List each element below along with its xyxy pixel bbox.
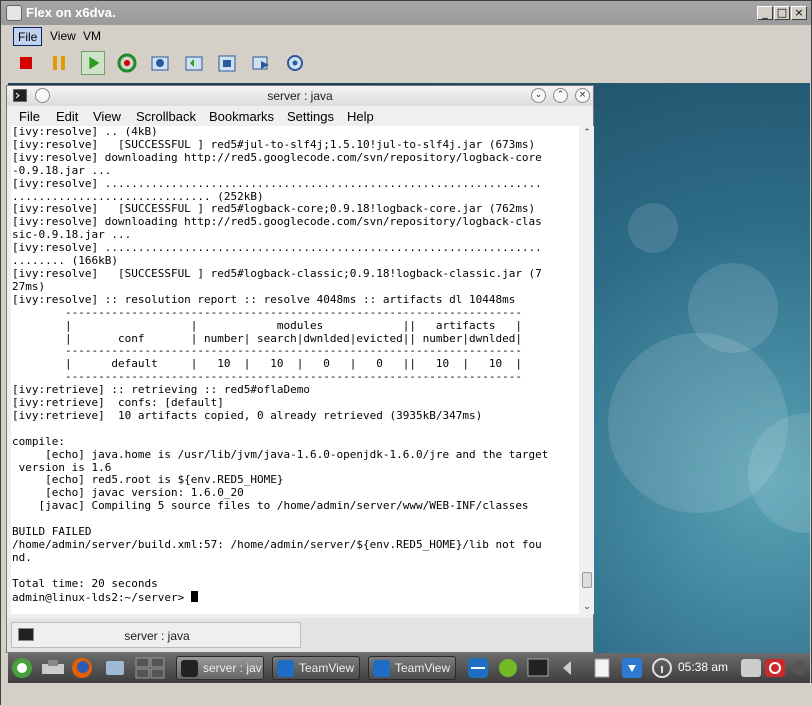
taskbar-task-terminal[interactable]: server : jav: [176, 656, 264, 680]
terminal-menu-help[interactable]: Help: [347, 109, 374, 124]
package-updater-icon[interactable]: [496, 656, 520, 680]
teamviewer-icon: [373, 660, 390, 677]
terminal-menu-edit[interactable]: Edit: [56, 109, 78, 124]
terminal-tray-icon[interactable]: [526, 656, 550, 680]
taskbar-task-label: server : jav: [203, 661, 262, 675]
minimize-button[interactable]: _: [757, 6, 773, 20]
terminal-text: [ivy:resolve] .. (4kB) [ivy:resolve] [SUC…: [11, 126, 579, 605]
taskbar-clock[interactable]: 05:38 am: [678, 660, 728, 674]
terminal-close-button[interactable]: ×: [575, 88, 590, 103]
terminal-line: [ivy:resolve] ..........................…: [12, 176, 542, 190]
terminal-line: compile:: [12, 434, 65, 448]
lock-screen-icon[interactable]: [740, 656, 762, 680]
terminal-line: [echo] java.home is /usr/lib/jvm/java-1.…: [12, 447, 549, 461]
terminal-line: [ivy:resolve] downloading http://red5.go…: [12, 150, 542, 164]
clipboard-icon[interactable]: [590, 656, 614, 680]
terminal-line: [ivy:resolve] [SUCCESSFUL ] red5#jul-to-…: [12, 137, 536, 151]
text-cursor: [190, 590, 198, 602]
scroll-down-icon[interactable]: ⌄: [580, 600, 594, 614]
terminal-prompt: admin@linux-lds2:~/server>: [12, 590, 579, 605]
play-icon[interactable]: [81, 51, 105, 75]
teamviewer-tray-icon[interactable]: [466, 656, 490, 680]
send-keys-icon[interactable]: [249, 51, 273, 75]
terminal-window: server : java ⌄ ⌃ × File Edit View Scrol…: [6, 85, 594, 653]
terminal-menu-bookmarks[interactable]: Bookmarks: [209, 109, 274, 124]
reset-icon[interactable]: [115, 51, 139, 75]
desktop-pager-icon[interactable]: [135, 656, 165, 680]
terminal-tab-bar: server : java: [7, 618, 593, 652]
terminal-line: 27ms): [12, 279, 46, 293]
terminal-line: nd.: [12, 550, 32, 564]
terminal-menu-settings[interactable]: Settings: [287, 109, 334, 124]
terminal-line: [ivy:resolve] :: resolution report :: re…: [12, 292, 516, 306]
teamviewer-icon: [277, 660, 294, 677]
menu-vm[interactable]: VM: [79, 27, 105, 46]
stop-icon[interactable]: [14, 51, 38, 75]
info-icon[interactable]: [650, 656, 674, 680]
terminal-line: -0.9.18.jar ...: [12, 163, 112, 177]
terminal-menubar: File Edit View Scrollback Bookmarks Sett…: [7, 107, 593, 127]
snapshot-icon[interactable]: [148, 51, 172, 75]
terminal-menu-scrollback[interactable]: Scrollback: [136, 109, 196, 124]
panel-arrow-icon[interactable]: [560, 656, 574, 680]
terminal-line: [ivy:resolve] [SUCCESSFUL ] red5#logback…: [12, 266, 542, 280]
scrollbar-thumb[interactable]: [582, 572, 592, 588]
revert-snapshot-icon[interactable]: [182, 51, 206, 75]
terminal-menu-file[interactable]: File: [19, 109, 40, 124]
network-icon[interactable]: [40, 656, 66, 680]
taskbar-task-teamviewer-2[interactable]: TeamView: [368, 656, 456, 680]
terminal-output[interactable]: [ivy:resolve] .. (4kB) [ivy:resolve] [SUC…: [11, 126, 579, 614]
power-icon[interactable]: [764, 656, 786, 680]
terminal-icon: [181, 660, 198, 677]
vm-status-bar: [1, 683, 812, 706]
taskbar-task-label: TeamView: [299, 661, 355, 675]
terminal-minimize-button[interactable]: ⌄: [531, 88, 546, 103]
manage-snapshots-icon[interactable]: [215, 51, 239, 75]
menu-file[interactable]: File: [13, 27, 43, 46]
taskbar-task-label: TeamView: [395, 661, 451, 675]
terminal-tab-label: server : java: [124, 629, 190, 643]
terminal-tab[interactable]: server : java: [11, 622, 301, 648]
taskbar: server : jav TeamView TeamView 05:38 am: [8, 653, 810, 683]
download-icon[interactable]: [620, 656, 644, 680]
firefox-icon[interactable]: [70, 656, 94, 680]
terminal-line: [javac] Compiling 5 source files to /hom…: [12, 499, 529, 513]
terminal-line: [ivy:retrieve] confs: [default]: [12, 396, 224, 410]
close-button[interactable]: ×: [791, 6, 807, 20]
terminal-line: [ivy:retrieve] 10 artifacts copied, 0 al…: [12, 408, 483, 422]
terminal-line: ----------------------------------------…: [12, 305, 522, 319]
vm-app-icon: [6, 5, 22, 21]
pause-icon[interactable]: [47, 51, 71, 75]
terminal-line: | | modules || artifacts |: [12, 318, 522, 332]
vm-title-bar[interactable]: Flex on x6dva. _ □ ×: [1, 1, 811, 25]
settings-icon[interactable]: [283, 51, 307, 75]
vm-window-title: Flex on x6dva.: [26, 5, 116, 20]
maximize-button[interactable]: □: [774, 6, 790, 20]
start-menu-icon[interactable]: [10, 656, 34, 680]
panel-settings-icon[interactable]: [790, 656, 808, 680]
taskbar-task-teamviewer-1[interactable]: TeamView: [272, 656, 360, 680]
scroll-up-icon[interactable]: ⌃: [580, 126, 594, 140]
terminal-title-bar[interactable]: server : java ⌄ ⌃ ×: [7, 86, 593, 106]
menu-view[interactable]: View: [46, 27, 80, 46]
terminal-menu-view[interactable]: View: [93, 109, 121, 124]
vm-window: Flex on x6dva. _ □ × File View VM server…: [0, 0, 812, 706]
terminal-line: [ivy:resolve] .. (4kB): [12, 126, 158, 138]
terminal-line: Total time: 20 seconds: [12, 576, 158, 590]
terminal-maximize-button[interactable]: ⌃: [553, 88, 568, 103]
terminal-title: server : java: [267, 89, 333, 103]
prompt-text: admin@linux-lds2:~/server>: [12, 590, 191, 604]
file-manager-icon[interactable]: [103, 656, 127, 680]
terminal-scrollbar[interactable]: ⌃ ⌄: [580, 126, 594, 614]
terminal-line: /home/admin/server/build.xml:57: /home/a…: [12, 538, 542, 551]
